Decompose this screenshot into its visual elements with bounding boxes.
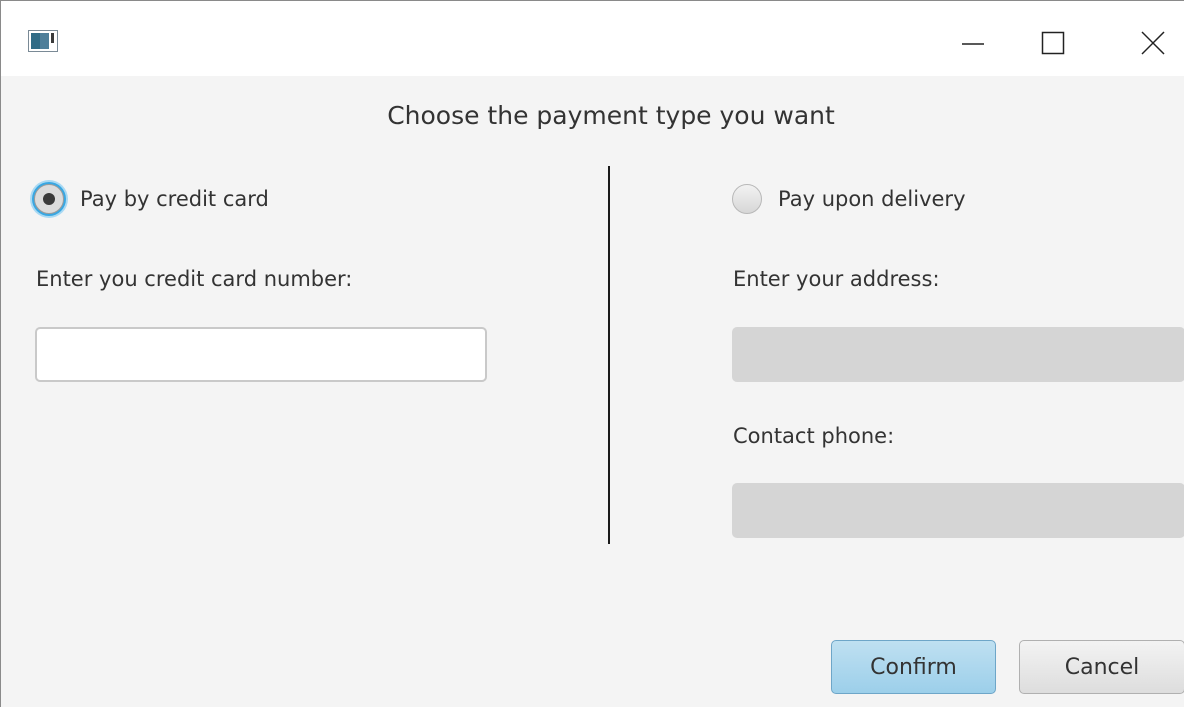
minimize-icon	[962, 43, 984, 45]
cancel-button[interactable]: Cancel	[1019, 640, 1184, 694]
confirm-button[interactable]: Confirm	[831, 640, 996, 694]
radio-label-delivery: Pay upon delivery	[778, 187, 966, 211]
dialog-heading: Choose the payment type you want	[387, 101, 835, 130]
section-divider	[608, 166, 610, 544]
maximize-button[interactable]	[1021, 15, 1085, 71]
credit-card-number-label: Enter you credit card number:	[36, 267, 353, 291]
minimize-button[interactable]	[941, 15, 1005, 71]
radio-selected-indicator[interactable]	[34, 184, 64, 214]
payment-dialog-window: Choose the payment type you want Pay by …	[0, 0, 1184, 707]
maximize-icon	[1041, 31, 1065, 55]
radio-pay-by-credit-card[interactable]: Pay by credit card	[34, 184, 269, 214]
app-icon	[28, 30, 58, 52]
contact-phone-input[interactable]	[732, 483, 1184, 538]
radio-pay-upon-delivery[interactable]: Pay upon delivery	[732, 184, 966, 214]
credit-card-number-input[interactable]	[35, 327, 487, 382]
close-icon	[1141, 31, 1165, 55]
radio-unselected-indicator[interactable]	[732, 184, 762, 214]
contact-phone-label: Contact phone:	[733, 424, 895, 448]
address-label: Enter your address:	[733, 267, 940, 291]
title-bar[interactable]	[1, 1, 1184, 76]
radio-label-credit-card: Pay by credit card	[80, 187, 269, 211]
close-button[interactable]	[1121, 15, 1184, 71]
address-input[interactable]	[732, 327, 1184, 382]
